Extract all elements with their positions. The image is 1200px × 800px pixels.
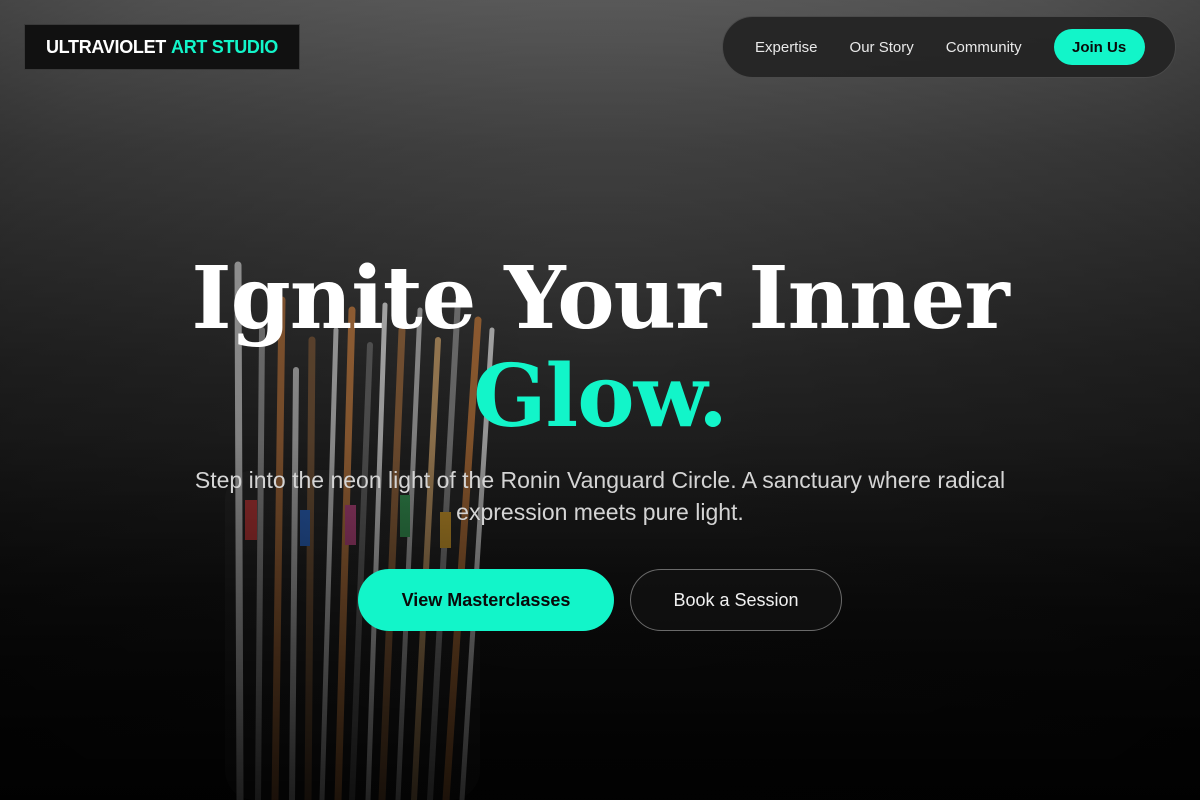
book-session-button[interactable]: Book a Session: [630, 569, 842, 631]
main-nav: Expertise Our Story Community Join Us: [722, 16, 1176, 78]
hero-subtitle: Step into the neon light of the Ronin Va…: [194, 467, 1006, 525]
hero-headline-line1: Ignite Your Inner: [191, 248, 1009, 349]
join-us-button[interactable]: Join Us: [1053, 29, 1145, 65]
brand-name-accent: ART STUDIO: [171, 36, 279, 57]
hero-headline: Ignite Your Inner Glow.: [0, 250, 1200, 446]
brand-name-main: ULTRAVIOLET: [45, 36, 167, 57]
view-masterclasses-button[interactable]: View Masterclasses: [358, 569, 614, 631]
nav-link-our-story[interactable]: Our Story: [850, 39, 914, 56]
hero-headline-accent: Glow.: [473, 346, 728, 447]
nav-link-community[interactable]: Community: [946, 39, 1022, 56]
brand-logo[interactable]: ULTRAVIOLET ART STUDIO: [24, 24, 300, 70]
nav-link-expertise[interactable]: Expertise: [755, 39, 818, 56]
